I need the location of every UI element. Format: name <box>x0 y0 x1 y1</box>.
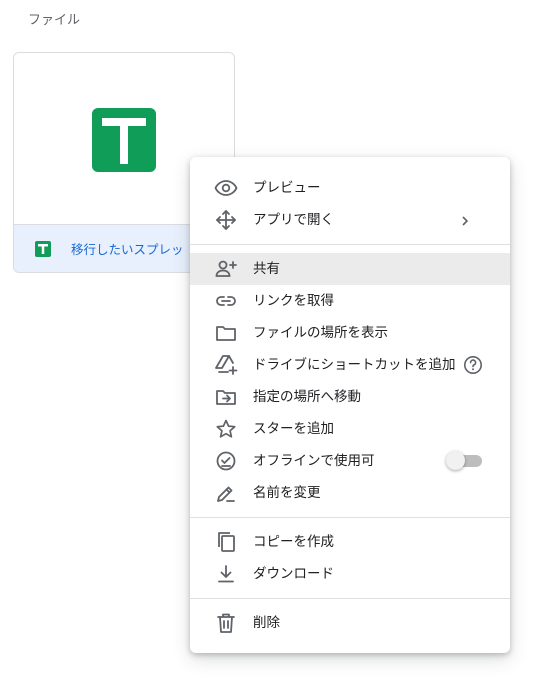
menu-item-preview[interactable]: プレビュー <box>190 172 510 204</box>
menu-label-add-shortcut: ドライブにショートカットを追加 <box>253 357 456 373</box>
help-icon[interactable] <box>463 355 483 375</box>
star-icon <box>214 417 238 441</box>
menu-item-download[interactable]: ダウンロード <box>190 558 510 590</box>
menu-item-share[interactable]: 共有 <box>190 253 510 285</box>
menu-label-download: ダウンロード <box>253 566 334 582</box>
menu-divider <box>190 517 510 518</box>
link-icon <box>214 289 238 313</box>
folder-move-icon <box>214 385 238 409</box>
menu-label-get-link: リンクを取得 <box>253 293 334 309</box>
menu-label-show-location: ファイルの場所を表示 <box>253 325 388 341</box>
pencil-icon <box>214 481 238 505</box>
menu-divider <box>190 598 510 599</box>
menu-item-open-with[interactable]: アプリで開く <box>190 204 510 236</box>
download-icon <box>214 562 238 586</box>
menu-label-make-copy: コピーを作成 <box>253 534 334 550</box>
offline-check-icon <box>214 449 238 473</box>
eye-icon <box>214 176 238 200</box>
copy-icon <box>214 530 238 554</box>
chevron-right-icon <box>458 213 472 227</box>
section-title: ファイル <box>28 13 81 28</box>
google-sheets-large-icon <box>92 108 156 172</box>
menu-item-rename[interactable]: 名前を変更 <box>190 477 510 509</box>
toggle-thumb <box>446 451 465 470</box>
trash-icon <box>214 611 238 635</box>
menu-item-add-star[interactable]: スターを追加 <box>190 413 510 445</box>
menu-item-make-copy[interactable]: コピーを作成 <box>190 526 510 558</box>
context-menu: プレビュー アプリで開く 共有 リンクを取得 ファイルの場所を表示 ドライブにシ… <box>190 157 510 653</box>
menu-label-move-to: 指定の場所へ移動 <box>253 389 361 405</box>
drive-shortcut-icon <box>214 353 238 377</box>
menu-label-remove: 削除 <box>253 615 280 631</box>
folder-icon <box>214 321 238 345</box>
menu-label-preview: プレビュー <box>253 180 321 196</box>
menu-label-add-star: スターを追加 <box>253 421 334 437</box>
offline-toggle[interactable] <box>446 451 482 470</box>
menu-label-offline: オフラインで使用可 <box>253 453 375 469</box>
menu-label-open-with: アプリで開く <box>253 212 334 228</box>
menu-item-offline[interactable]: オフラインで使用可 <box>190 445 510 477</box>
menu-item-show-location[interactable]: ファイルの場所を表示 <box>190 317 510 349</box>
menu-item-move-to[interactable]: 指定の場所へ移動 <box>190 381 510 413</box>
person-add-icon <box>214 257 238 281</box>
menu-item-remove[interactable]: 削除 <box>190 607 510 639</box>
google-sheets-icon <box>35 240 51 257</box>
file-name[interactable]: 移行したいスプレッ <box>71 239 184 258</box>
move-icon <box>214 208 238 232</box>
menu-label-share: 共有 <box>253 261 280 277</box>
menu-item-add-shortcut[interactable]: ドライブにショートカットを追加 <box>190 349 510 381</box>
menu-label-rename: 名前を変更 <box>253 485 321 501</box>
menu-item-get-link[interactable]: リンクを取得 <box>190 285 510 317</box>
menu-divider <box>190 244 510 245</box>
